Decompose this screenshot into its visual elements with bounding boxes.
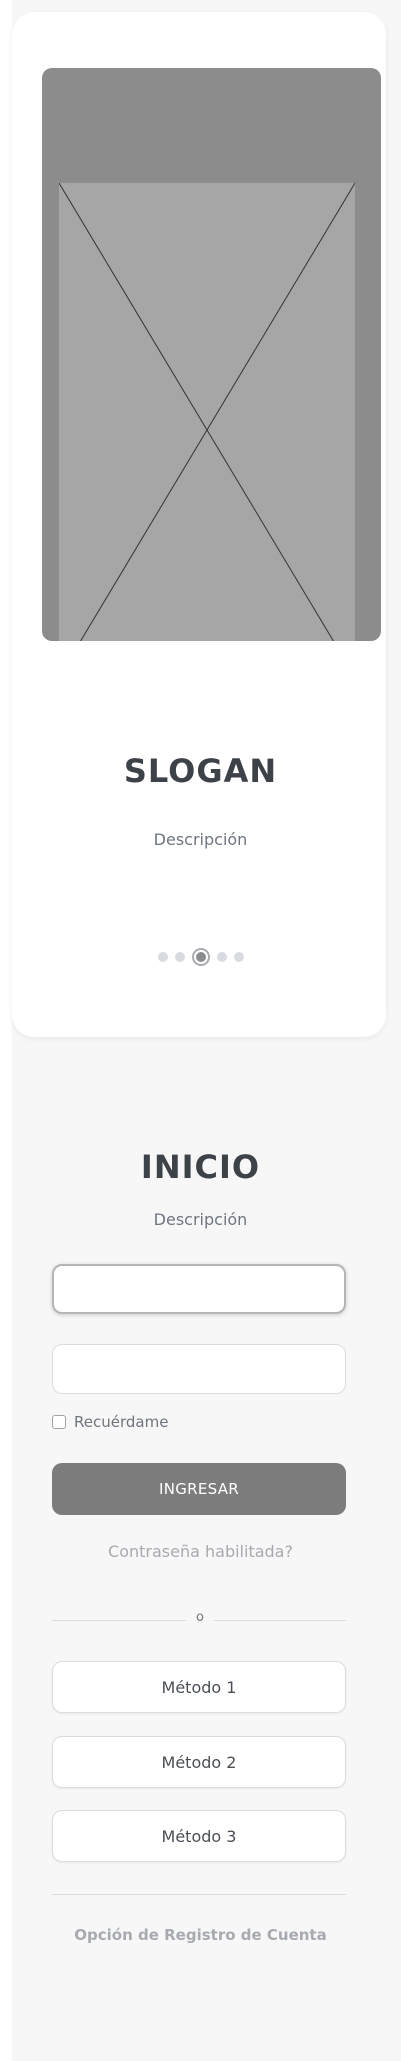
image-placeholder-icon (59, 183, 355, 641)
username-input[interactable] (52, 1264, 346, 1314)
hero-slogan: SLOGAN (123, 752, 278, 790)
carousel-dot[interactable] (233, 952, 244, 962)
hero-card (12, 12, 386, 1037)
login-button[interactable]: INGRESAR (52, 1463, 346, 1515)
carousel-dots (0, 945, 401, 969)
remember-checkbox[interactable] (52, 1415, 66, 1429)
carousel-dot-active[interactable] (191, 948, 210, 966)
remember-me[interactable]: Recuérdame (52, 1412, 168, 1432)
login-title: INICIO (140, 1148, 261, 1186)
remember-label: Recuérdame (74, 1413, 169, 1431)
password-input[interactable] (52, 1344, 346, 1394)
carousel-dot[interactable] (174, 952, 185, 962)
login-method-2-button[interactable]: Método 2 (52, 1736, 346, 1788)
divider-left (52, 1620, 186, 1621)
divider-or: o (196, 1610, 204, 1625)
bottom-divider (52, 1894, 346, 1895)
carousel-dot[interactable] (157, 952, 168, 962)
forgot-password-link[interactable]: Contraseña habilitada? (0, 1542, 401, 1561)
divider-right (214, 1620, 346, 1621)
login-description: Descripción (153, 1210, 248, 1229)
carousel-dot[interactable] (216, 952, 227, 962)
login-method-1-button[interactable]: Método 1 (52, 1661, 346, 1713)
hero-media (42, 68, 381, 641)
hero-description: Descripción (153, 830, 248, 849)
login-method-3-button[interactable]: Método 3 (52, 1810, 346, 1862)
register-link[interactable]: Opción de Registro de Cuenta (0, 1926, 401, 1944)
